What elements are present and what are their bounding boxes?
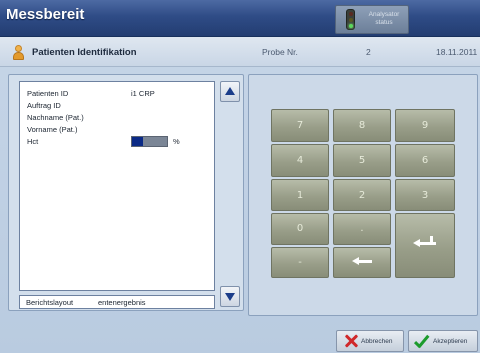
field-label: Patienten ID	[27, 89, 69, 98]
probe-number: 2	[366, 47, 371, 57]
enter-return-icon	[413, 236, 437, 248]
hct-input[interactable]	[131, 136, 168, 147]
report-layout-field[interactable]: Berichtslayout entenergebnis	[19, 295, 215, 309]
hct-unit: %	[173, 137, 180, 146]
key-4[interactable]: 4	[271, 144, 329, 177]
section-title: Patienten Identifikation	[32, 47, 137, 58]
instrument-status-label: Analysator status	[368, 11, 400, 26]
arrow-down-icon	[225, 293, 235, 301]
field-value: i1 CRP	[131, 89, 155, 98]
cancel-button[interactable]: Abbrechen	[336, 330, 404, 352]
key-7[interactable]: 7	[271, 109, 329, 142]
accept-button[interactable]: Akzeptieren	[408, 330, 478, 352]
probe-label: Probe Nr.	[262, 47, 298, 57]
field-label: Nachname (Pat.)	[27, 113, 84, 122]
field-label: Auftrag ID	[27, 101, 61, 110]
window-title: Messbereit	[6, 6, 85, 23]
instrument-status-button[interactable]: Analysator status	[335, 5, 409, 34]
patient-field-list: Patienten ID i1 CRP Auftrag ID Nachname …	[19, 81, 215, 291]
hct-input-selection	[132, 137, 143, 146]
key-0[interactable]: 0	[271, 213, 329, 245]
report-layout-value: entenergebnis	[98, 298, 146, 307]
field-label: Hct	[27, 137, 39, 146]
enter-key[interactable]	[395, 213, 455, 278]
scroll-up-button[interactable]	[220, 81, 240, 102]
key-8[interactable]: 8	[333, 109, 391, 142]
key-6[interactable]: 6	[395, 144, 455, 177]
scroll-down-button[interactable]	[220, 286, 240, 307]
key-1[interactable]: 1	[271, 179, 329, 211]
numeric-keypad-panel: 7 8 9 4 5 6 1 2 3 0 . -	[248, 74, 478, 316]
key-3[interactable]: 3	[395, 179, 455, 211]
backspace-key[interactable]	[333, 247, 391, 278]
field-label: Vorname (Pat.)	[27, 125, 78, 134]
arrow-up-icon	[225, 87, 235, 95]
title-bar: Messbereit Analysator status	[0, 0, 480, 37]
key-decimal[interactable]: .	[333, 213, 391, 245]
key-minus[interactable]: -	[271, 247, 329, 278]
key-2[interactable]: 2	[333, 179, 391, 211]
info-bar: Patienten Identifikation Probe Nr. 2 18.…	[0, 37, 480, 67]
checkmark-icon	[415, 334, 431, 348]
traffic-light-icon	[346, 9, 355, 30]
report-layout-label: Berichtslayout	[26, 298, 74, 307]
patient-icon	[12, 45, 24, 60]
key-5[interactable]: 5	[333, 144, 391, 177]
cancel-x-icon	[344, 334, 358, 348]
patient-form-panel: Patienten ID i1 CRP Auftrag ID Nachname …	[8, 74, 244, 311]
key-9[interactable]: 9	[395, 109, 455, 142]
date-label: 18.11.2011	[436, 47, 478, 57]
